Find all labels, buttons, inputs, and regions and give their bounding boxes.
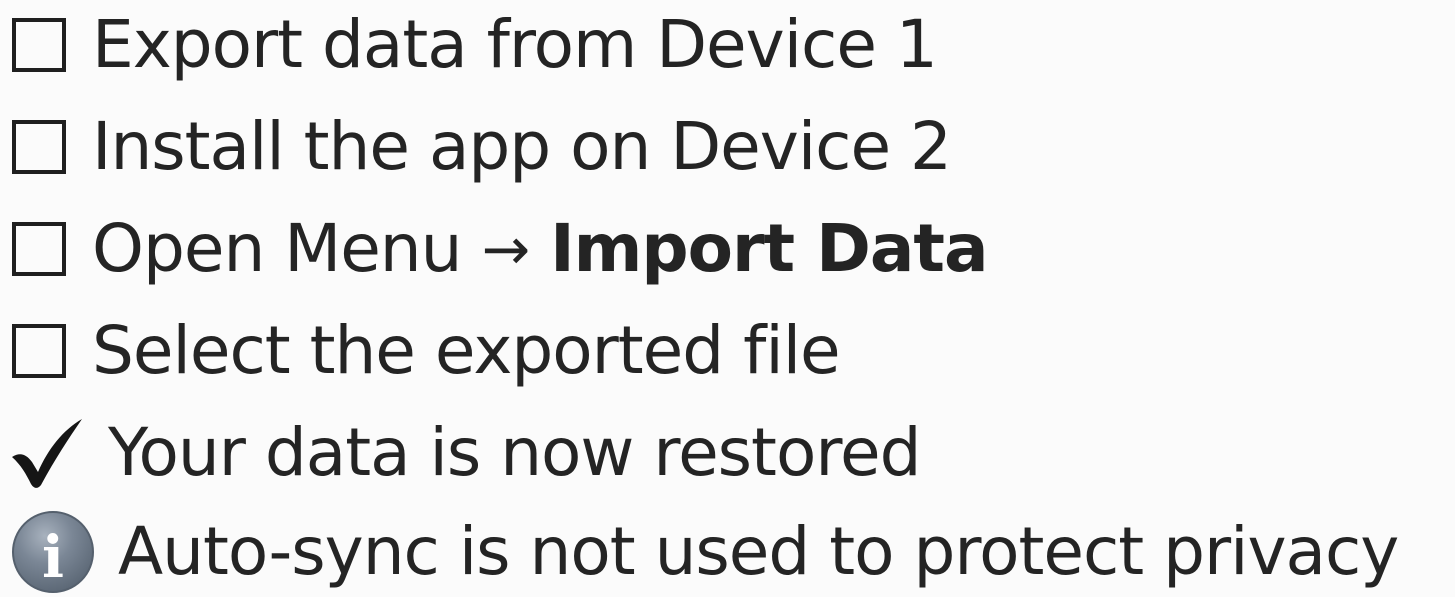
step-open-menu: Open Menu → Import Data xyxy=(0,199,988,299)
checkbox-icon[interactable] xyxy=(12,324,66,378)
checkbox-icon[interactable] xyxy=(12,120,66,174)
step-text: Install the app on Device 2 xyxy=(92,108,952,185)
checkbox-icon[interactable] xyxy=(12,18,66,72)
step-text: Export data from Device 1 xyxy=(92,6,938,83)
checkbox-icon[interactable] xyxy=(12,222,66,276)
arrow-icon: → xyxy=(481,215,531,283)
result-restored: Your data is now restored xyxy=(0,403,922,503)
step-export-data: Export data from Device 1 xyxy=(0,0,938,95)
step-select-file: Select the exported file xyxy=(0,301,841,401)
step-install-app: Install the app on Device 2 xyxy=(0,97,952,197)
checkmark-icon xyxy=(12,419,82,488)
result-text: Your data is now restored xyxy=(108,414,922,491)
info-text: Auto-sync is not used to protect privacy xyxy=(118,513,1399,590)
step-text: Open Menu xyxy=(92,210,462,287)
info-note: i Auto-sync is not used to protect priva… xyxy=(0,507,1399,597)
info-icon-letter: i xyxy=(42,523,64,591)
checklist: Export data from Device 1 Install the ap… xyxy=(0,0,1455,594)
info-icon: i xyxy=(12,511,94,593)
import-data-label: Import Data xyxy=(550,210,988,287)
step-text: Select the exported file xyxy=(92,312,841,389)
